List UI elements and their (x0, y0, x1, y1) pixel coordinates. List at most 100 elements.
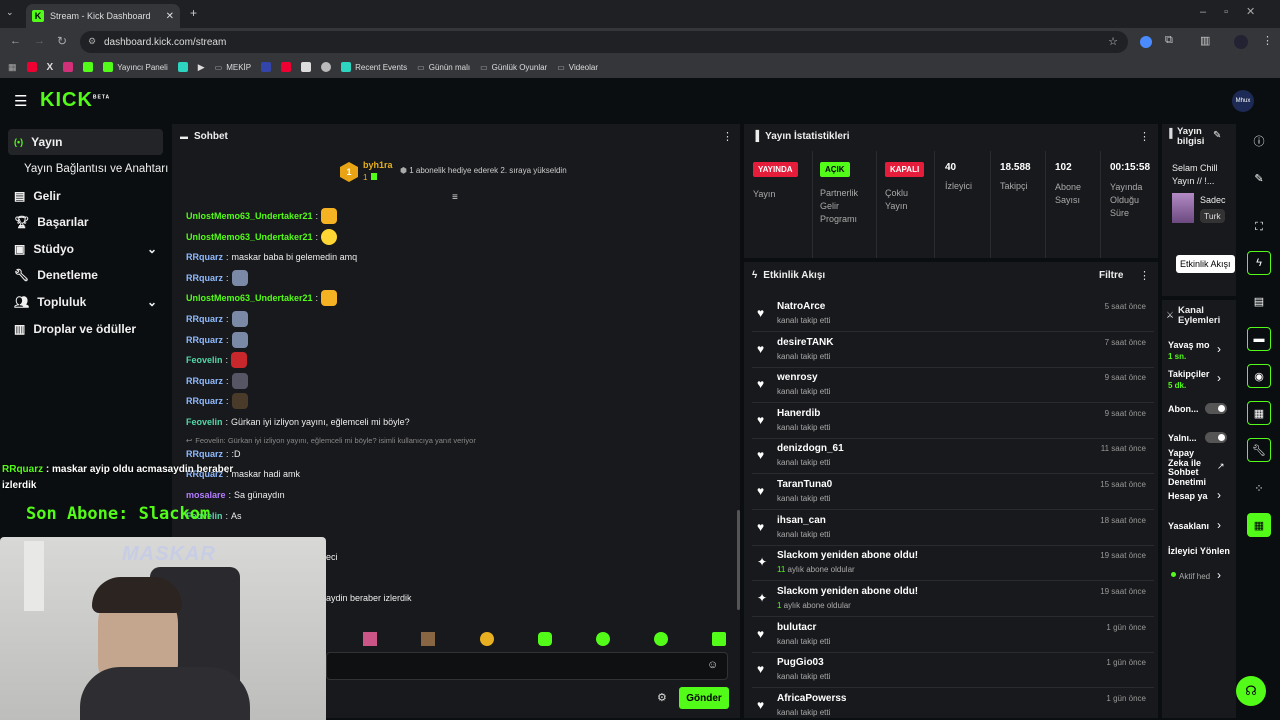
new-tab-icon[interactable]: + (190, 6, 197, 20)
extensions-puzzle-icon[interactable]: ⧉ (1165, 34, 1173, 47)
subs-only-toggle[interactable] (1205, 403, 1227, 414)
chat-message[interactable]: RRquarz: (186, 270, 248, 286)
slow-mode-setting[interactable]: Yavaş mo 1 sn. (1168, 340, 1210, 361)
youtube-bookmark-icon[interactable] (26, 62, 37, 72)
pencil-icon[interactable]: ✎ (1247, 166, 1271, 190)
banned-users-setting[interactable]: Yasaklanı (1168, 521, 1214, 531)
chat-input[interactable] (326, 652, 728, 680)
chat-message[interactable]: RRquarz::D (186, 449, 241, 459)
followers-mode-setting[interactable]: Takipçiler 5 dk. (1168, 369, 1209, 390)
account-age-setting[interactable]: Hesap ya (1168, 491, 1214, 501)
bookmark-star-icon[interactable]: ☆ (1108, 35, 1118, 48)
chevron-right-icon[interactable]: › (1217, 342, 1221, 356)
emoji-picker-icon[interactable]: ☺ (707, 659, 718, 671)
event-item[interactable]: ♥ NatroArce kanalı takip etti 5 saat önce (752, 296, 1154, 332)
chat-scrollbar[interactable] (737, 510, 740, 610)
event-item[interactable]: ♥ ihsan_can kanalı takip etti 18 saat önce (752, 510, 1154, 546)
event-item[interactable]: ♥ Hanerdib kanalı takip etti 9 saat önce (752, 403, 1154, 439)
bookmark-gunun-mali[interactable]: ▭ Günün malı (417, 63, 470, 72)
kick-bookmark-icon[interactable] (83, 62, 94, 72)
image-bookmark-icon[interactable] (301, 62, 312, 72)
browser-menu-icon[interactable]: ⋮ (1262, 34, 1273, 47)
sidepanel-icon[interactable]: ▥ (1200, 34, 1210, 47)
layout-icon[interactable]: ▦ (1247, 401, 1271, 425)
window-controls[interactable]: –▫✕ (1200, 5, 1273, 18)
lightning-icon[interactable]: ϟ (1247, 251, 1271, 275)
document-icon[interactable]: ▤ (1247, 289, 1271, 313)
sidebar-item-droplar[interactable]: ▥ Droplar ve ödüller (8, 316, 163, 342)
chevron-right-icon[interactable]: › (1217, 488, 1221, 502)
forward-icon[interactable]: → (34, 35, 45, 47)
sidebar-item-topluluk[interactable]: 👥︎ Topluluk ⌄ (8, 289, 163, 315)
emote-icon[interactable] (421, 632, 435, 646)
event-item[interactable]: ♥ AfricaPowerss kanalı takip etti 1 gün önc… (752, 688, 1154, 718)
profile-avatar[interactable] (1234, 35, 1248, 49)
emote-icon[interactable] (654, 632, 668, 646)
extension-icon[interactable] (1140, 36, 1152, 48)
emote-icon[interactable] (480, 632, 494, 646)
instagram-bookmark-icon[interactable] (63, 62, 74, 72)
emote-icon[interactable] (363, 632, 377, 646)
send-button[interactable]: Gönder (679, 687, 729, 709)
broadcast-icon[interactable]: ◉ (1247, 364, 1271, 388)
sidebar-item-yayin[interactable]: (•) Yayın (8, 129, 163, 155)
user-avatar[interactable]: Mhux (1232, 90, 1254, 112)
chat-message[interactable]: RRquarz: (186, 311, 248, 327)
url-input[interactable]: ⚙ dashboard.kick.com/stream ☆ (80, 31, 1128, 53)
events-menu-icon[interactable]: ⋮ (1139, 269, 1150, 282)
sidebar-item-stream-key[interactable]: Yayın Bağlantısı ve Anahtarı (18, 156, 173, 182)
apps-icon[interactable]: ⁘ (1247, 476, 1271, 500)
stats-menu-icon[interactable]: ⋮ (1139, 130, 1150, 143)
filter-button[interactable]: Filtre (1099, 270, 1123, 281)
wrench-icon[interactable]: 🔧︎ (1247, 438, 1271, 462)
external-link-icon[interactable]: ↗ (1217, 461, 1225, 472)
bookmark-gunluk-oyunlar[interactable]: ▭ Günlük Oyunlar (480, 63, 547, 72)
viewer-redirect-setting[interactable]: İzleyici Yönlen (1168, 546, 1234, 556)
clapperboard-icon[interactable]: ▦ (1247, 513, 1271, 537)
sidebar-item-gelir[interactable]: ▤ Gelir (8, 183, 163, 209)
bookmark-yayinci-paneli[interactable]: Yayıncı Paneli (103, 62, 168, 72)
collapse-pinned-icon[interactable]: ≡ (452, 192, 458, 203)
chat-message[interactable]: Feovelin: (186, 352, 248, 368)
sidebar-item-studyo[interactable]: ▣ Stüdyo ⌄ (8, 236, 163, 262)
kick-logo[interactable]: KICKBETA (40, 89, 110, 112)
chat-menu-icon[interactable]: ⋮ (722, 130, 733, 143)
chevron-right-icon[interactable]: › (1217, 371, 1221, 385)
chevron-right-icon[interactable]: › (1217, 568, 1221, 582)
event-item[interactable]: ♥ TaranTuna0 kanalı takip etti 15 saat önce (752, 474, 1154, 510)
x-bookmark-icon[interactable]: X (47, 62, 54, 73)
chat-message[interactable]: RRquarz: (186, 393, 248, 409)
event-item[interactable]: ✦ Slackom yeniden abone oldu! 1 aylık abon… (752, 581, 1154, 617)
chat-message[interactable]: RRquarz: (186, 373, 248, 389)
reload-icon[interactable]: ↻ (57, 34, 67, 48)
site-info-icon[interactable]: ⚙ (88, 36, 96, 47)
only-toggle[interactable] (1205, 432, 1227, 443)
emote-icon[interactable] (712, 632, 726, 646)
event-item[interactable]: ♥ desireTANK kanalı takip etti 7 saat önce (752, 332, 1154, 368)
bookmark-mekip[interactable]: ▭ MEKİP (215, 63, 251, 72)
youtube-bookmark-icon[interactable] (281, 62, 292, 72)
bookmark-videolar[interactable]: ▭ Videolar (557, 63, 598, 72)
event-item[interactable]: ✦ Slackom yeniden abone oldu! 11 aylık abo… (752, 545, 1154, 581)
chat-bubble-icon[interactable]: ▬ (1247, 327, 1271, 351)
event-item[interactable]: ♥ PugGio03 kanalı takip etti 1 gün önce (752, 652, 1154, 688)
emote-icon[interactable] (596, 632, 610, 646)
chat-message[interactable]: RRquarz: maskar baba bi gelemedin amq (186, 252, 357, 262)
chat-settings-icon[interactable]: ⚙ (657, 691, 667, 704)
play-bookmark-icon[interactable]: ▶ (198, 62, 205, 73)
emote-icon[interactable] (538, 632, 552, 646)
sidebar-item-basarilar[interactable]: 🏆︎ Başarılar (8, 209, 163, 235)
chat-message[interactable]: RRquarz: (186, 332, 248, 348)
fullscreen-icon[interactable]: ⛶ (1247, 215, 1271, 239)
bookmark-icon[interactable] (177, 62, 188, 72)
tab-list-icon[interactable]: ⌄ (6, 7, 14, 18)
sidebar-item-denetleme[interactable]: 🔧︎ Denetleme (8, 262, 163, 288)
apps-grid-icon[interactable]: ▦ (8, 62, 17, 73)
info-circle-icon[interactable]: ⓘ (1247, 129, 1271, 153)
event-item[interactable]: ♥ bulutacr kanalı takip etti 1 gün önce (752, 617, 1154, 653)
bookmark-icon[interactable] (321, 62, 332, 72)
chevron-right-icon[interactable]: › (1217, 518, 1221, 532)
chat-message[interactable]: UnlostMemo63_Undertaker21: (186, 229, 338, 245)
event-item[interactable]: ♥ denizdogn_61 kanalı takip etti 11 saat ön… (752, 438, 1154, 474)
event-item[interactable]: ♥ wenrosy kanalı takip etti 9 saat önce (752, 367, 1154, 403)
